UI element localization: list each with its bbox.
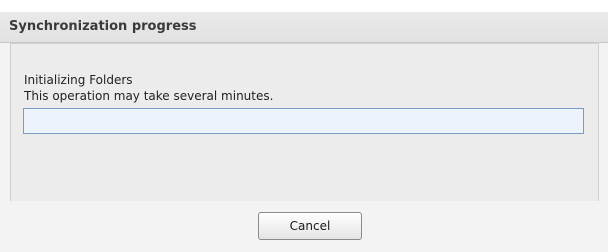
cancel-button[interactable]: Cancel <box>258 212 362 240</box>
sync-progress-dialog: Synchronization progress Initializing Fo… <box>0 0 608 252</box>
status-text: Initializing Folders <box>24 73 133 87</box>
progress-bar <box>23 108 584 134</box>
dialog-footer: Cancel <box>0 201 608 252</box>
dialog-title-bar: Synchronization progress <box>0 12 608 43</box>
status-hint-text: This operation may take several minutes. <box>24 89 274 103</box>
dialog-title: Synchronization progress <box>9 19 197 34</box>
top-strip <box>0 0 608 12</box>
content-panel: Initializing Folders This operation may … <box>10 43 599 202</box>
